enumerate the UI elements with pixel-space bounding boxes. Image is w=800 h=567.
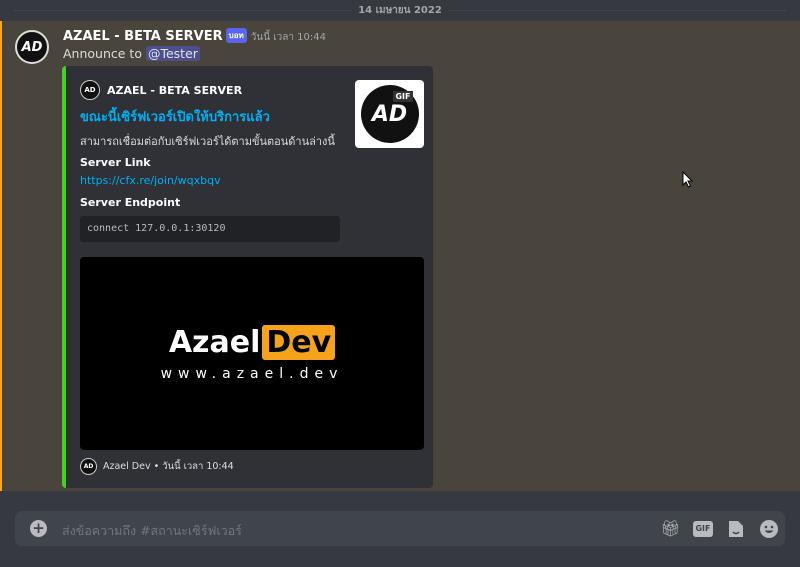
gif-badge: GIF [393, 91, 413, 102]
embed-thumbnail[interactable]: AD GIF [355, 80, 424, 148]
embed-title: ขณะนี้เซิร์ฟเวอร์เปิดให้บริการแล้ว [80, 110, 270, 125]
message-input[interactable]: ส่งข้อความถึง #สถานะเซิร์ฟเวอร์ [62, 521, 242, 541]
logo-right: Dev [262, 325, 336, 360]
gif-icon[interactable]: GIF [693, 520, 713, 537]
message-content: Announce to @Tester [63, 46, 200, 61]
azaeldev-logo: Azael Dev [168, 325, 336, 360]
user-mention[interactable]: @Tester [145, 46, 200, 61]
logo-left: Azael [168, 325, 261, 360]
gift-icon[interactable]: 🎁︎ [660, 518, 681, 539]
embed: AD AZAEL - BETA SERVER ขณะนี้เซิร์ฟเวอร์… [62, 66, 433, 488]
author-name[interactable]: AZAEL - BETA SERVER [63, 29, 223, 44]
ad-logo-icon: AD GIF [360, 85, 419, 143]
footer-text: Azael Dev • วันนี้ เวลา 10:44 [103, 461, 234, 472]
timestamp: วันนี้ เวลา 10:44 [250, 32, 327, 43]
plus-icon[interactable]: + [30, 520, 47, 537]
field-name-server-link: Server Link [80, 156, 151, 169]
embed-footer: AD Azael Dev • วันนี้ เวลา 10:44 [80, 458, 234, 475]
avatar[interactable]: AD [15, 30, 49, 64]
message-text: Announce to [63, 46, 142, 61]
message-composer: + ส่งข้อความถึง #สถานะเซิร์ฟเวอร์ 🎁︎ GIF [15, 511, 785, 546]
date-divider: 14 เมษายน 2022 [14, 3, 786, 18]
bot-badge: บอท [225, 28, 247, 43]
date-label: 14 เมษายน 2022 [352, 3, 448, 18]
footer-icon: AD [80, 458, 97, 475]
message-header: AZAEL - BETA SERVER บอท วันนี้ เวลา 10:44 [63, 28, 326, 45]
emoji-icon[interactable] [758, 518, 779, 539]
sticker-icon[interactable] [725, 518, 746, 539]
embed-description: สามารถเชื่อมต่อกับเซิร์ฟเวอร์ได้ตามขั้นต… [80, 135, 335, 148]
server-endpoint-code: connect 127.0.0.1:30120 [80, 216, 340, 242]
embed-author-icon: AD [80, 80, 100, 100]
field-name-server-endpoint: Server Endpoint [80, 196, 181, 209]
embed-image[interactable]: Azael Dev www.azael.dev [80, 257, 424, 450]
image-url-text: www.azael.dev [160, 366, 344, 382]
server-link[interactable]: https://cfx.re/join/wqxbqv [80, 174, 221, 187]
embed-author-name: AZAEL - BETA SERVER [107, 83, 243, 97]
embed-author: AD AZAEL - BETA SERVER [80, 80, 242, 100]
mouse-cursor-icon [682, 171, 694, 188]
